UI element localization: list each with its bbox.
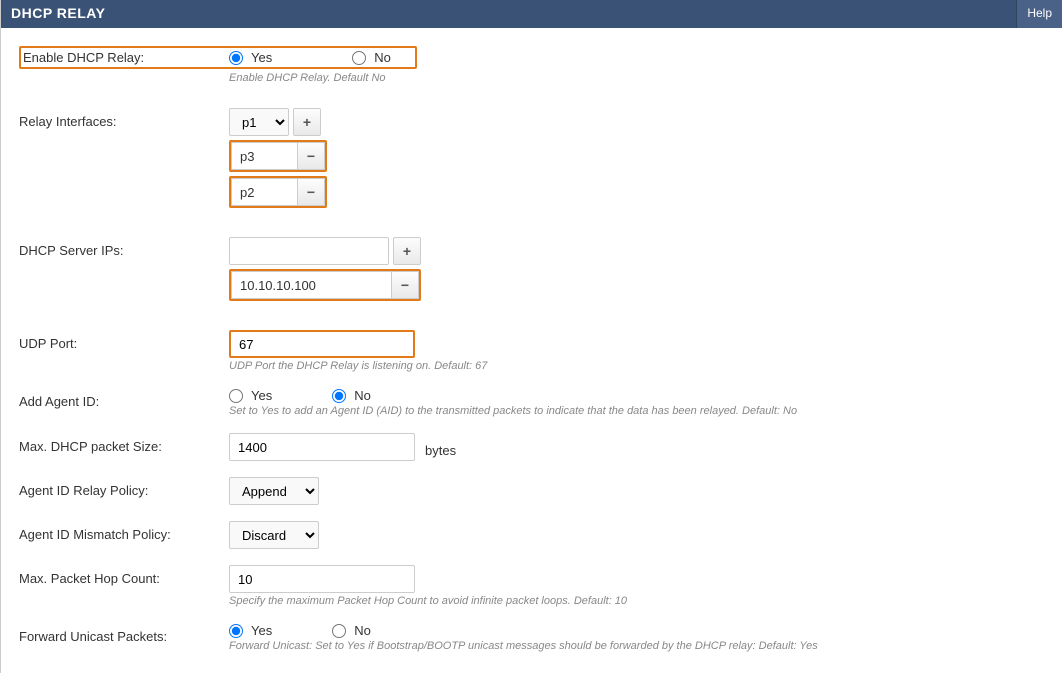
relay-interface-item: p3	[231, 142, 297, 170]
relay-policy-select[interactable]: Append	[229, 477, 319, 505]
server-ip-input[interactable]	[229, 237, 389, 265]
relay-interface-item: p2	[231, 178, 297, 206]
relay-interface-add-button[interactable]: +	[293, 108, 321, 136]
row-packet-size: Max. DHCP packet Size: bytes	[19, 433, 1044, 467]
relay-interface-remove-button[interactable]: −	[297, 142, 325, 170]
agent-id-hint: Set to Yes to add an Agent ID (AID) to t…	[229, 405, 1044, 417]
help-button[interactable]: Help	[1016, 0, 1062, 28]
server-ip-item: 10.10.10.100	[231, 271, 391, 299]
enable-label: Enable DHCP Relay:	[21, 50, 229, 65]
packet-size-input[interactable]	[229, 433, 415, 461]
enable-yes-option[interactable]: Yes	[229, 50, 272, 65]
enable-no-radio[interactable]	[352, 51, 366, 65]
agent-id-yes-radio[interactable]	[229, 389, 243, 403]
server-ip-add-button[interactable]: +	[393, 237, 421, 265]
hop-count-input[interactable]	[229, 565, 415, 593]
server-ip-remove-button[interactable]: −	[391, 271, 419, 299]
enable-no-option[interactable]: No	[352, 50, 391, 65]
relay-interfaces-label: Relay Interfaces:	[19, 108, 229, 129]
packet-size-unit: bytes	[425, 437, 456, 458]
row-mismatch-policy: Agent ID Mismatch Policy: Discard	[19, 521, 1044, 555]
mismatch-policy-label: Agent ID Mismatch Policy:	[19, 521, 229, 542]
row-relay-policy: Agent ID Relay Policy: Append	[19, 477, 1044, 511]
enable-yes-radio[interactable]	[229, 51, 243, 65]
udp-port-hint: UDP Port the DHCP Relay is listening on.…	[229, 360, 1044, 372]
page: DHCP RELAY Help Enable DHCP Relay: Yes N…	[0, 0, 1062, 673]
enable-hint: Enable DHCP Relay. Default No	[229, 72, 1044, 84]
hop-count-hint: Specify the maximum Packet Hop Count to …	[229, 595, 1044, 607]
udp-port-input[interactable]	[229, 330, 415, 358]
fwd-unicast-no-radio[interactable]	[332, 624, 346, 638]
agent-id-no-option[interactable]: No	[332, 388, 371, 403]
hop-count-label: Max. Packet Hop Count:	[19, 565, 229, 586]
server-ips-label: DHCP Server IPs:	[19, 237, 229, 258]
row-hop-count: Max. Packet Hop Count: Specify the maxim…	[19, 565, 1044, 613]
row-agent-id: Add Agent ID: Yes No Set to Yes to add a…	[19, 388, 1044, 423]
row-server-ips: DHCP Server IPs: + 10.10.10.100 −	[19, 237, 1044, 325]
agent-id-label: Add Agent ID:	[19, 388, 229, 409]
fwd-unicast-label: Forward Unicast Packets:	[19, 623, 229, 644]
row-relay-interfaces: Relay Interfaces: p1 + p3 − p2	[19, 108, 1044, 232]
row-udp-port: UDP Port: UDP Port the DHCP Relay is lis…	[19, 330, 1044, 378]
page-title: DHCP RELAY	[1, 0, 115, 28]
fwd-unicast-hint: Forward Unicast: Set to Yes if Bootstrap…	[229, 640, 1044, 652]
agent-id-yes-option[interactable]: Yes	[229, 388, 272, 403]
relay-interface-remove-button[interactable]: −	[297, 178, 325, 206]
mismatch-policy-select[interactable]: Discard	[229, 521, 319, 549]
title-bar: DHCP RELAY Help	[1, 0, 1062, 28]
relay-interface-select[interactable]: p1	[229, 108, 289, 136]
row-fwd-unicast: Forward Unicast Packets: Yes No Forward …	[19, 623, 1044, 658]
packet-size-label: Max. DHCP packet Size:	[19, 433, 229, 454]
fwd-unicast-yes-option[interactable]: Yes	[229, 623, 272, 638]
row-enable: Enable DHCP Relay: Yes No	[19, 42, 1044, 69]
fwd-unicast-no-option[interactable]: No	[332, 623, 371, 638]
udp-port-label: UDP Port:	[19, 330, 229, 351]
relay-policy-label: Agent ID Relay Policy:	[19, 477, 229, 498]
form: Enable DHCP Relay: Yes No	[1, 28, 1062, 658]
agent-id-no-radio[interactable]	[332, 389, 346, 403]
fwd-unicast-yes-radio[interactable]	[229, 624, 243, 638]
